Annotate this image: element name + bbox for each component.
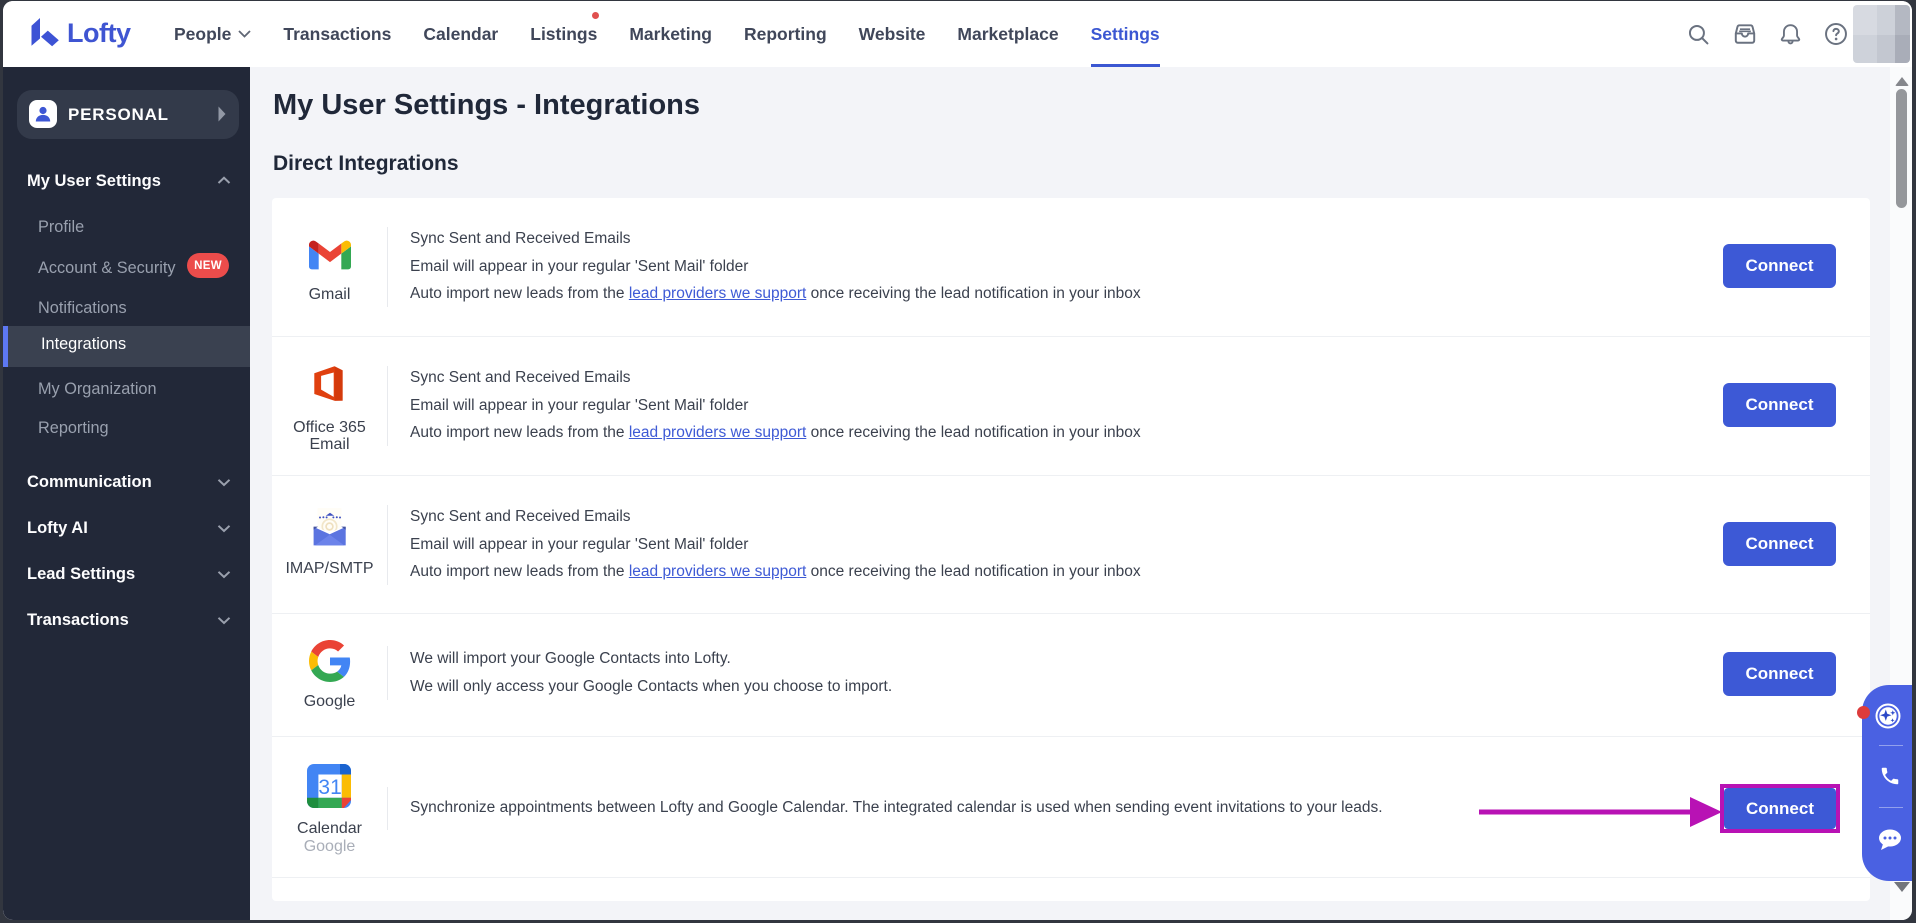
svg-text:31: 31: [318, 776, 341, 799]
